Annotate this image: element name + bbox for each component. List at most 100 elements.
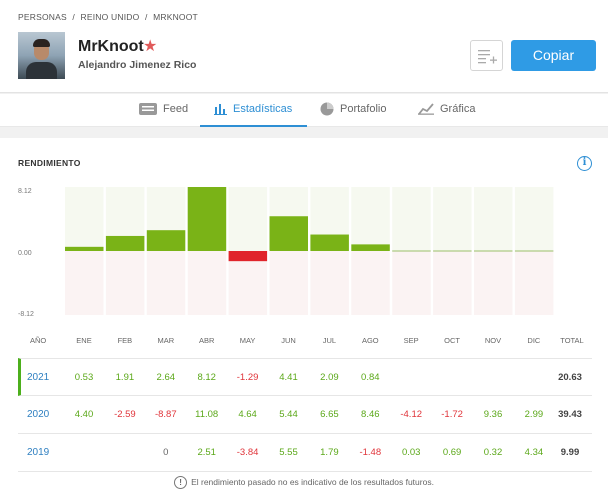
row-cell: 4.34 [524, 447, 544, 458]
row-cell: 8.46 [361, 409, 380, 420]
row-cell: 4.41 [279, 372, 298, 383]
chart-bar-ago[interactable] [351, 244, 390, 251]
tab-estadisticas[interactable]: Estadísticas [200, 94, 307, 127]
stats-icon [214, 104, 227, 116]
header-month: ABR [198, 336, 215, 345]
chart-bg-neg [351, 251, 390, 315]
breadcrumb-user: MRKNOOT [153, 12, 198, 22]
row-cell: -1.48 [359, 447, 382, 458]
chart-bg-pos [474, 187, 513, 251]
row-total: 39.43 [558, 409, 582, 420]
row-cell: -3.84 [236, 447, 259, 458]
header-month: MAY [239, 336, 256, 345]
chart-bg-pos [392, 187, 431, 251]
row-cell: 4.40 [74, 409, 94, 420]
performance-chart [65, 187, 554, 315]
avatar [18, 32, 65, 79]
stats-card: RENDIMIENTO i 8.12 0.00 -8.12 AÑO ENE FEB… [0, 138, 608, 500]
watchlist-button[interactable] [470, 40, 503, 71]
disclaimer-text: El rendimiento pasado no es indicativo d… [191, 476, 434, 487]
row-cell: -4.12 [400, 409, 423, 420]
chart-bar-empty [392, 250, 431, 252]
row-year[interactable]: 2019 [27, 447, 49, 458]
row-cell: 0.53 [74, 372, 94, 383]
row-cell: 2.64 [156, 372, 176, 383]
chart-bg-neg [392, 251, 431, 315]
chart-bar-jun[interactable] [269, 216, 309, 251]
header-month: OCT [444, 336, 461, 345]
breadcrumb-sep: / [72, 12, 75, 22]
row-cell: 11.08 [195, 409, 219, 420]
header-month: SEP [403, 336, 419, 345]
chart-bar-jul[interactable] [310, 234, 349, 251]
tab-feed-label: Feed [163, 103, 189, 115]
row-cell: -1.72 [441, 409, 463, 420]
row-cell: 2.99 [524, 409, 544, 420]
breadcrumb: PERSONAS / REINO UNIDO / MRKNOOT [18, 12, 201, 22]
row-cell: 0.32 [483, 447, 503, 458]
chart-icon [418, 103, 434, 115]
header-month: MAR [157, 336, 175, 345]
tab-grafica-label: Gráfica [440, 103, 476, 115]
header-total: TOTAL [560, 336, 584, 345]
chart-bg-pos [65, 187, 104, 251]
tab-bar: Feed Estadísticas Portafolio Gráfica [0, 94, 608, 127]
tab-feed[interactable]: Feed [139, 94, 188, 127]
row-year[interactable]: 2021 [27, 372, 49, 383]
tab-grafica[interactable]: Gráfica [418, 94, 475, 127]
profile-header: PERSONAS / REINO UNIDO / MRKNOOT MrKnoot… [0, 0, 608, 93]
row-year[interactable]: 2020 [27, 409, 49, 420]
header-month: NOV [484, 336, 502, 345]
chart-bar-empty [514, 250, 554, 252]
chart-bg-pos [228, 187, 268, 251]
chart-bg-neg [433, 251, 472, 315]
header-month: DIC [527, 336, 541, 345]
row-cell: 0 [163, 447, 169, 458]
row-cell: 8.12 [197, 372, 216, 383]
row-cell: 2.51 [197, 447, 216, 458]
header-month: ENE [76, 336, 92, 345]
chart-bg-neg [105, 251, 145, 315]
table-row[interactable]: 2020 4.40 -2.59 -8.87 11.08 4.64 5.44 6.65 8.46 -… [18, 396, 592, 434]
disclaimer: ! El rendimiento pasado no es indicativo … [0, 476, 608, 489]
row-cell: 6.65 [320, 409, 339, 420]
breadcrumb-country[interactable]: REINO UNIDO [81, 12, 140, 22]
tab-portafolio-label: Portafolio [340, 103, 387, 115]
username: MrKnoot [78, 38, 144, 55]
chart-bg-pos [514, 187, 554, 251]
chart-bar-mar[interactable] [146, 230, 186, 251]
chart-bar-ene[interactable] [65, 246, 104, 251]
row-cell: -8.87 [154, 409, 177, 420]
table-row[interactable]: 2019 0 2.51 -3.84 5.55 1.79 -1.48 0.03 0.69 0.32 4… [18, 434, 592, 472]
row-cell: 0.03 [401, 447, 421, 458]
chart-bg-neg [146, 251, 186, 315]
chart-bg-neg [474, 251, 513, 315]
table-row[interactable]: 2021 0.53 1.91 2.64 8.12 -1.29 4.41 2.09 0.84 20.… [18, 358, 592, 396]
warning-icon: ! [174, 476, 188, 489]
row-cell: 4.64 [238, 409, 257, 420]
chart-bar-abr[interactable] [187, 187, 227, 251]
chart-bar-may[interactable] [228, 251, 268, 262]
header-month: JUL [322, 336, 337, 345]
chart-bg-neg [65, 251, 104, 315]
tab-portafolio[interactable]: Portafolio [320, 94, 386, 127]
header-month: AGO [361, 336, 379, 345]
chart-bar-empty [433, 250, 472, 252]
row-cell: -1.29 [236, 372, 259, 383]
row-total: 9.99 [560, 447, 580, 458]
copy-button[interactable]: Copiar [511, 40, 596, 71]
chart-bg-pos [351, 187, 390, 251]
breadcrumb-sep: / [144, 12, 148, 22]
row-cell: 5.55 [279, 447, 298, 458]
row-cell: 1.91 [115, 372, 135, 383]
feed-icon [139, 103, 157, 116]
row-cell: 0.69 [442, 447, 462, 458]
pie-icon [320, 102, 334, 116]
row-cell: 1.79 [320, 447, 339, 458]
chart-bar-feb[interactable] [105, 235, 145, 251]
tab-estadisticas-label: Estadísticas [233, 103, 293, 115]
row-cell: 9.36 [483, 409, 503, 420]
breadcrumb-people[interactable]: PERSONAS [18, 12, 67, 22]
chart-bar-empty [474, 250, 513, 252]
row-cell: 2.09 [320, 372, 339, 383]
